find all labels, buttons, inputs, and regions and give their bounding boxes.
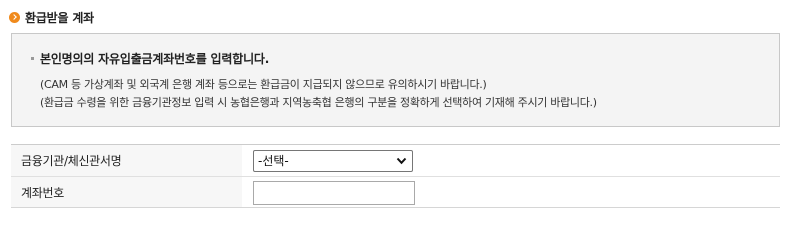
bank-select[interactable]: -선택- <box>253 149 413 172</box>
chevron-down-icon <box>396 157 407 164</box>
form-row-account: 계좌번호 <box>11 176 780 207</box>
orange-arrow-circle-icon <box>9 11 20 23</box>
account-label: 계좌번호 <box>11 177 242 207</box>
bank-select-value: -선택- <box>258 154 289 168</box>
form-row-bank: 금융기관/체신관서명 -선택- <box>11 145 780 176</box>
notice-line-virtual-account: (CAM 등 가상계좌 및 외국계 은행 계좌 등으로는 환급금이 지급되지 않… <box>40 78 487 91</box>
notice-box: 본인명의의 자유입출금계좌번호를 입력합니다. (CAM 등 가상계좌 및 외국… <box>11 33 780 127</box>
bank-label: 금융기관/체신관서명 <box>11 145 242 176</box>
notice-heading: 본인명의의 자유입출금계좌번호를 입력합니다. <box>31 50 269 67</box>
account-number-input[interactable] <box>253 180 415 205</box>
account-value-cell <box>242 177 780 207</box>
bullet-dot-icon <box>31 57 34 60</box>
account-form-table: 금융기관/체신관서명 -선택- 계좌번호 <box>11 144 780 208</box>
notice-line-nonghyup: (환급금 수령을 위한 금융기관정보 입력 시 농협은행과 지역농축협 은행의 … <box>40 96 597 109</box>
bank-value-cell: -선택- <box>242 145 780 176</box>
section-title: 환급받을 계좌 <box>25 10 95 25</box>
section-header: 환급받을 계좌 <box>9 8 94 26</box>
notice-heading-text: 본인명의의 자유입출금계좌번호를 입력합니다. <box>40 52 270 66</box>
